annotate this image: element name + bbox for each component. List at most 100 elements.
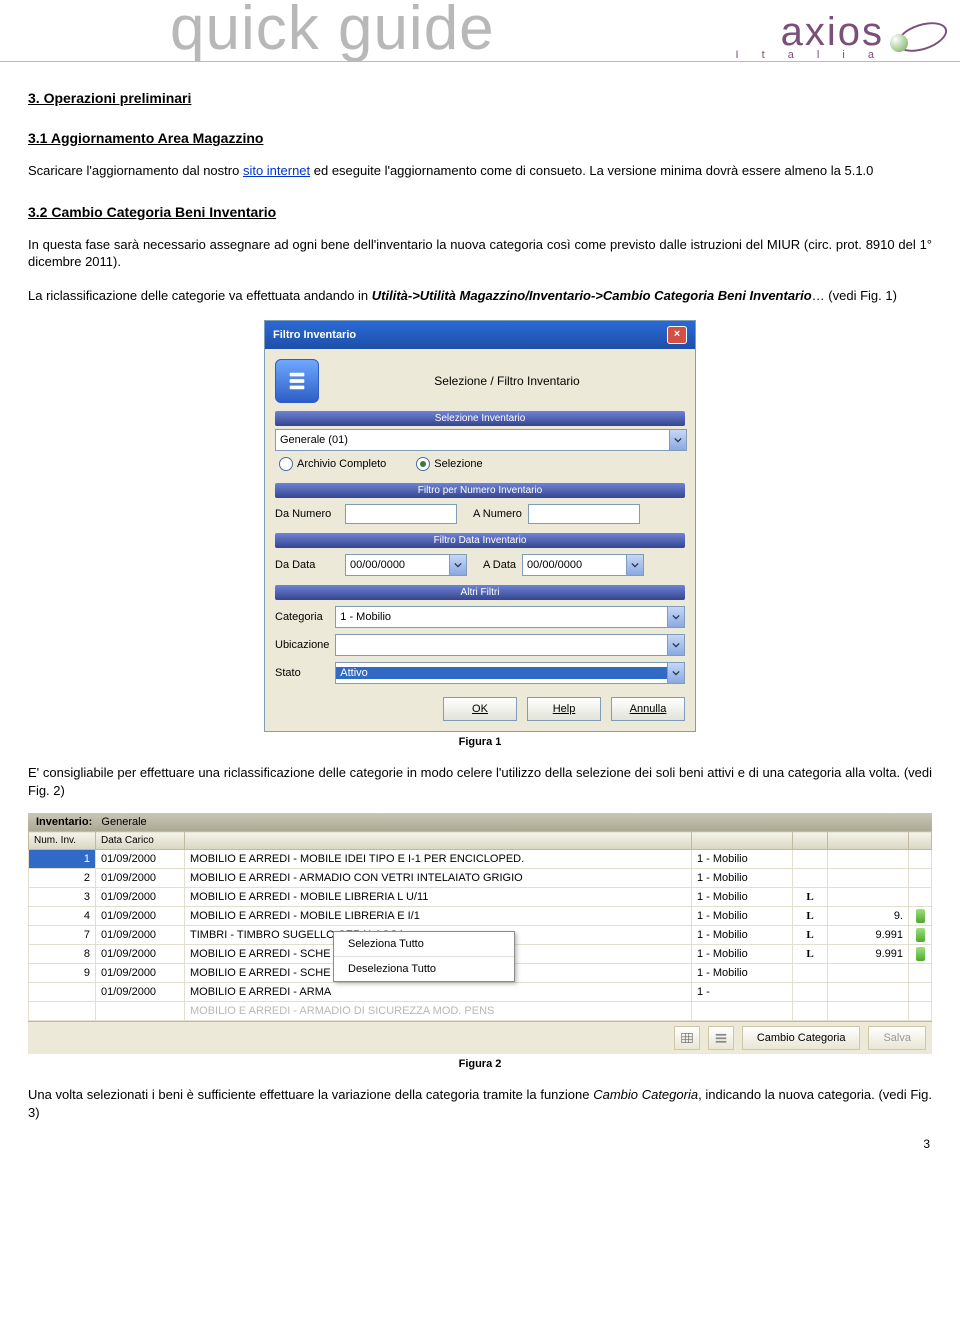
figure-2-caption: Figura 2 xyxy=(28,1058,932,1070)
table-header-row: Num. Inv. Data Carico xyxy=(29,832,932,850)
cell-val: 9.991 xyxy=(828,945,909,964)
figure-1-caption: Figura 1 xyxy=(28,736,932,748)
radio-label: Selezione xyxy=(434,458,482,470)
cell-date: 01/09/2000 xyxy=(96,888,185,907)
cell-bar xyxy=(909,869,932,888)
quick-guide-banner: quick guide xyxy=(170,0,495,60)
col-data[interactable]: Data Carico xyxy=(96,832,185,850)
cell-l xyxy=(793,983,828,1002)
cell-bar xyxy=(909,926,932,945)
col-cat[interactable] xyxy=(692,832,793,850)
inventario-combo-value: Generale (01) xyxy=(276,434,669,446)
cell-val xyxy=(828,964,909,983)
inventario-table: Num. Inv. Data Carico 101/09/2000MOBILIO… xyxy=(28,831,932,1021)
cell-val xyxy=(828,869,909,888)
cell-cat: 1 - Mobilio xyxy=(692,888,793,907)
close-icon[interactable]: × xyxy=(667,326,687,344)
cell-bar xyxy=(909,983,932,1002)
categoria-combo[interactable]: 1 - Mobilio xyxy=(335,606,685,628)
menu-select-all[interactable]: Seleziona Tutto xyxy=(334,932,514,956)
cell-l xyxy=(793,869,828,888)
col-val[interactable] xyxy=(828,832,909,850)
cell-date: 01/09/2000 xyxy=(96,983,185,1002)
categoria-label: Categoria xyxy=(275,611,329,623)
radio-archivio-completo[interactable]: Archivio Completo xyxy=(279,457,386,471)
da-data-label: Da Data xyxy=(275,559,339,571)
cell-cat: 1 - Mobilio xyxy=(692,964,793,983)
stato-combo[interactable]: Attivo xyxy=(335,662,685,684)
ok-button[interactable]: OK xyxy=(443,697,517,721)
menu-deselect-all[interactable]: Deseleziona Tutto xyxy=(334,956,514,981)
cancel-button[interactable]: Annulla xyxy=(611,697,685,721)
cambio-categoria-button[interactable]: Cambio Categoria xyxy=(742,1026,861,1050)
table-row-disabled: MOBILIO E ARREDI - ARMADIO DI SICUREZZA … xyxy=(29,1002,932,1021)
dialog-titlebar: Filtro Inventario × xyxy=(265,321,695,349)
figure-1: Filtro Inventario × Selezione / Filtro I… xyxy=(28,320,932,732)
table-row[interactable]: 301/09/2000MOBILIO E ARREDI - MOBILE LIB… xyxy=(29,888,932,907)
cell-desc: MOBILIO E ARREDI - ARMA xyxy=(185,983,692,1002)
chevron-down-icon[interactable] xyxy=(626,555,643,575)
download-site-link[interactable]: sito internet xyxy=(243,163,310,178)
menu-path: Cambio Categoria xyxy=(593,1087,698,1102)
a-data-input[interactable]: 00/00/0000 xyxy=(522,554,644,576)
page-number: 3 xyxy=(0,1137,960,1163)
cell-num: 1 xyxy=(29,850,96,869)
brand-subtitle: I t a l i a xyxy=(735,49,884,61)
section-3-1-paragraph: Scaricare l'aggiornamento dal nostro sit… xyxy=(28,162,932,180)
menu-path: Utilità->Utilità Magazzino/Inventario->C… xyxy=(372,288,812,303)
chevron-down-icon[interactable] xyxy=(667,663,684,683)
cell-val xyxy=(828,850,909,869)
table-row[interactable]: 101/09/2000MOBILIO E ARREDI - MOBILE IDE… xyxy=(29,850,932,869)
table-row[interactable]: 01/09/2000MOBILIO E ARREDI - ARMA1 - xyxy=(29,983,932,1002)
chevron-down-icon[interactable] xyxy=(449,555,466,575)
section-3-2-title: 3.2 Cambio Categoria Beni Inventario xyxy=(28,204,932,220)
text: Scaricare l'aggiornamento dal nostro xyxy=(28,163,243,178)
help-button[interactable]: Help xyxy=(527,697,601,721)
stato-value: Attivo xyxy=(336,667,667,679)
chevron-down-icon[interactable] xyxy=(667,607,684,627)
section-3-2-paragraph-2: La riclassificazione delle categorie va … xyxy=(28,287,932,305)
cell-cat: 1 - Mobilio xyxy=(692,907,793,926)
cell-bar xyxy=(909,964,932,983)
list-icon[interactable] xyxy=(708,1026,734,1050)
da-numero-input[interactable] xyxy=(345,504,457,524)
after-fig2-paragraph: Una volta selezionati i beni è sufficien… xyxy=(28,1086,932,1121)
table-row[interactable]: 201/09/2000MOBILIO E ARREDI - ARMADIO CO… xyxy=(29,869,932,888)
cell-date: 01/09/2000 xyxy=(96,926,185,945)
cell-bar xyxy=(909,945,932,964)
col-l[interactable] xyxy=(793,832,828,850)
cell-bar xyxy=(909,888,932,907)
grid-icon[interactable] xyxy=(674,1026,700,1050)
cell-cat: 1 - Mobilio xyxy=(692,945,793,964)
table-row[interactable]: 401/09/2000MOBILIO E ARREDI - MOBILE LIB… xyxy=(29,907,932,926)
dialog-title: Filtro Inventario xyxy=(273,329,356,341)
da-data-input[interactable]: 00/00/0000 xyxy=(345,554,467,576)
col-gbar[interactable] xyxy=(909,832,932,850)
inventario-header-value: Generale xyxy=(101,816,146,828)
text: … (vedi Fig. 1) xyxy=(812,288,897,303)
orbit-icon xyxy=(890,16,950,56)
cell-date: 01/09/2000 xyxy=(96,964,185,983)
a-numero-input[interactable] xyxy=(528,504,640,524)
brand-logo: axios I t a l i a xyxy=(735,6,950,61)
ubicazione-combo[interactable] xyxy=(335,634,685,656)
salva-button[interactable]: Salva xyxy=(868,1026,926,1050)
cell-date: 01/09/2000 xyxy=(96,907,185,926)
a-data-value: 00/00/0000 xyxy=(523,559,626,571)
figure-2: Inventario: Generale Num. Inv. Data Cari… xyxy=(28,813,932,1054)
section-3-2-paragraph-1: In questa fase sarà necessario assegnare… xyxy=(28,236,932,271)
col-num[interactable]: Num. Inv. xyxy=(29,832,96,850)
categoria-value: 1 - Mobilio xyxy=(336,611,667,623)
radio-selezione[interactable]: Selezione xyxy=(416,457,482,471)
chevron-down-icon[interactable] xyxy=(667,635,684,655)
inventario-combo[interactable]: Generale (01) xyxy=(275,429,687,451)
a-numero-label: A Numero xyxy=(473,508,522,520)
cell-l xyxy=(793,850,828,869)
cell-date: 01/09/2000 xyxy=(96,850,185,869)
cell-val xyxy=(828,888,909,907)
da-numero-label: Da Numero xyxy=(275,508,339,520)
chevron-down-icon[interactable] xyxy=(669,430,686,450)
band-altri-filtri: Altri Filtri xyxy=(275,585,685,600)
cell-l: L xyxy=(793,945,828,964)
col-desc[interactable] xyxy=(185,832,692,850)
